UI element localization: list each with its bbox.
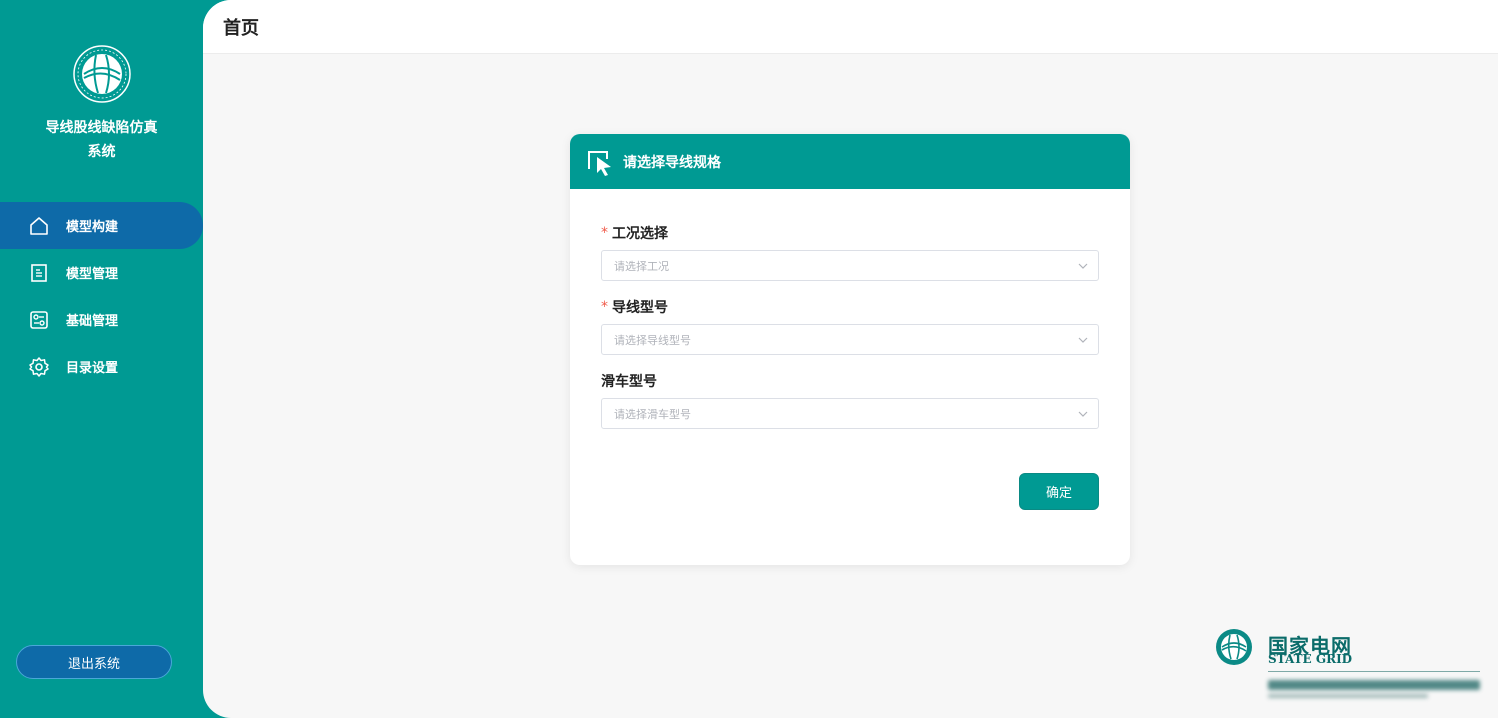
cursor-select-icon <box>588 150 611 176</box>
sidebar-item-label: 基础管理 <box>66 314 119 329</box>
sidebar-item-model-manage[interactable]: 模型管理 <box>0 249 203 296</box>
pulley-placeholder: 请选择滑车型号 <box>614 407 691 421</box>
condition-label-text: 工况选择 <box>612 226 668 242</box>
card-header: 请选择导线规格 <box>570 134 1130 189</box>
conductor-label-text: 导线型号 <box>612 300 668 316</box>
pulley-select[interactable]: 请选择滑车型号 <box>601 398 1099 429</box>
home-icon <box>28 215 50 237</box>
condition-select[interactable]: 请选择工况 <box>601 250 1099 281</box>
card-title: 请选择导线规格 <box>623 154 721 171</box>
spec-form: * 工况选择 请选择工况 * 导线型号 请选择导线型号 滑车型号 请选择滑车型号 <box>570 189 1130 429</box>
chevron-down-icon <box>1078 337 1088 343</box>
sidebar-item-model-build[interactable]: 模型构建 <box>0 202 203 249</box>
sidebar-item-label: 模型管理 <box>66 267 119 282</box>
condition-label: * 工况选择 <box>601 221 1099 245</box>
main-content: 首页 请选择导线规格 * 工况选择 请选择工况 * 导线型号 请选择导线型号 滑… <box>203 0 1498 718</box>
sidebar-item-label: 目录设置 <box>66 361 119 376</box>
required-mark: * <box>601 225 608 241</box>
condition-placeholder: 请选择工况 <box>614 259 669 273</box>
page-header: 首页 <box>203 0 1498 54</box>
sidebar: 导线股线缺陷仿真系统 模型构建 模型管理 基础管理 目录设置 退出系统 <box>0 0 203 718</box>
form-group-conductor: * 导线型号 请选择导线型号 <box>601 295 1099 355</box>
document-icon <box>28 262 50 284</box>
pulley-label-text: 滑车型号 <box>601 374 657 390</box>
brand-footer: 国家电网 STATE GRID <box>1215 628 1483 708</box>
conductor-select[interactable]: 请选择导线型号 <box>601 324 1099 355</box>
spec-select-card: 请选择导线规格 * 工况选择 请选择工况 * 导线型号 请选择导线型号 滑车型号… <box>570 134 1130 565</box>
form-group-pulley: 滑车型号 请选择滑车型号 <box>601 369 1099 429</box>
pulley-label: 滑车型号 <box>601 369 1099 393</box>
sidebar-nav: 模型构建 模型管理 基础管理 目录设置 <box>0 202 203 390</box>
brand-name-en: STATE GRID <box>1268 652 1353 666</box>
sidebar-item-base-manage[interactable]: 基础管理 <box>0 296 203 343</box>
chevron-down-icon <box>1078 411 1088 417</box>
conductor-label: * 导线型号 <box>601 295 1099 319</box>
page-title: 首页 <box>223 17 259 39</box>
confirm-button[interactable]: 确定 <box>1019 473 1099 510</box>
blurred-company-name <box>1268 680 1480 698</box>
sidebar-item-directory-settings[interactable]: 目录设置 <box>0 343 203 390</box>
chevron-down-icon <box>1078 263 1088 269</box>
sidebar-item-label: 模型构建 <box>66 220 119 235</box>
conductor-placeholder: 请选择导线型号 <box>614 333 691 347</box>
required-mark: * <box>601 299 608 315</box>
form-group-condition: * 工况选择 请选择工况 <box>601 221 1099 281</box>
settings-panel-icon <box>28 309 50 331</box>
logout-button[interactable]: 退出系统 <box>16 645 172 679</box>
state-grid-logo-icon <box>73 45 131 103</box>
brand-divider <box>1268 671 1480 672</box>
gear-icon <box>28 356 50 378</box>
state-grid-logo-icon <box>1216 629 1252 665</box>
app-title: 导线股线缺陷仿真系统 <box>45 120 158 160</box>
